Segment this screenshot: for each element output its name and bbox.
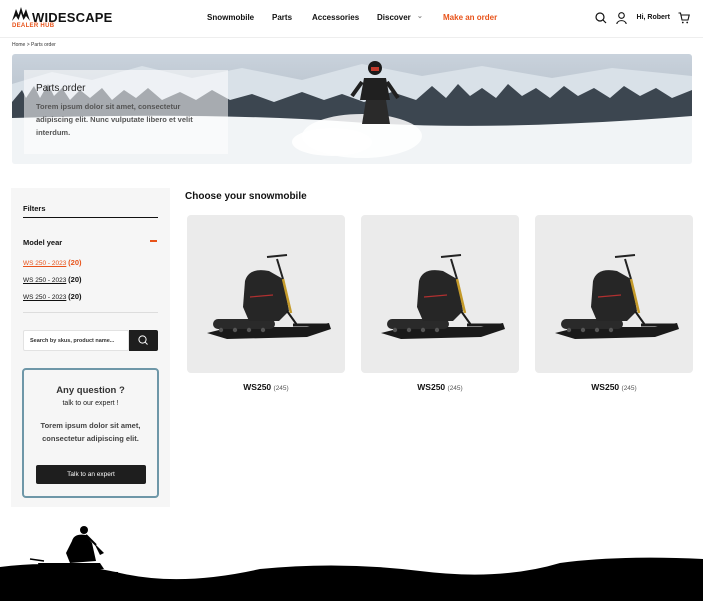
nav-snowmobile[interactable]: Snowmobile <box>207 13 254 22</box>
hero-description: Torem ipsum dolor sit amet, consectetur … <box>36 102 193 137</box>
hero-banner: Parts order Torem ipsum dolor sit amet, … <box>12 54 692 164</box>
nav-accessories[interactable]: Accessories <box>312 13 359 22</box>
breadcrumb[interactable]: Home > Parts order <box>12 42 56 48</box>
footer-silhouette <box>0 526 703 601</box>
filter-option-count: (20) <box>68 275 82 284</box>
snowmobile-image <box>555 254 679 339</box>
filters-sidebar: Filters Model year WS 250 - 2023 (20) WS… <box>11 188 170 507</box>
expert-subtitle: talk to our expert ! <box>62 400 119 407</box>
page-title: Parts order <box>36 83 86 94</box>
filter-option-label: WS 250 - 2023 <box>23 260 67 267</box>
logo-mark-icon <box>12 7 30 21</box>
talk-to-expert-button[interactable]: Talk to an expert <box>36 465 146 484</box>
site-header: WIDESCAPE DEALER HUB Snowmobile Parts Ac… <box>0 0 703 38</box>
filter-option[interactable]: WS 250 - 2023 (20) <box>23 275 82 284</box>
filter-option-count: (20) <box>68 292 82 301</box>
search-icon[interactable] <box>595 11 609 25</box>
expert-text: Torem ipsum dolor sit amet, consectetur … <box>40 421 141 443</box>
filters-divider <box>23 217 158 218</box>
collapse-minus-icon[interactable] <box>150 240 157 242</box>
model-year-heading[interactable]: Model year <box>23 238 62 247</box>
product-name[interactable]: WS250 (245) <box>535 382 693 392</box>
hero-card: Parts order Torem ipsum dolor sit amet, … <box>24 70 228 154</box>
nav-discover[interactable]: Discover <box>377 13 411 22</box>
expert-question: Any question ? <box>56 385 125 396</box>
sku-search-input[interactable] <box>30 335 130 347</box>
section-title: Choose your snowmobile <box>185 191 307 202</box>
snowmobile-image <box>207 254 331 339</box>
filters-heading: Filters <box>23 204 46 213</box>
product-name[interactable]: WS250 (245) <box>361 382 519 392</box>
search-icon <box>138 335 148 345</box>
nav-parts[interactable]: Parts <box>272 13 292 22</box>
product-title: WS250 <box>591 382 620 392</box>
expert-card: Any question ? talk to our expert ! Tore… <box>22 368 159 498</box>
filter-option[interactable]: WS 250 - 2023 (20) <box>23 292 82 301</box>
filter-option-label: WS 250 - 2023 <box>23 294 67 301</box>
filters-divider <box>23 312 158 313</box>
cart-icon[interactable] <box>678 11 692 25</box>
sku-search-box <box>23 330 130 351</box>
product-title: WS250 <box>417 382 446 392</box>
user-icon[interactable] <box>616 11 630 25</box>
product-count: (245) <box>447 385 463 392</box>
product-card[interactable] <box>187 215 345 373</box>
product-count: (245) <box>621 385 637 392</box>
product-count: (245) <box>273 385 289 392</box>
search-button[interactable] <box>129 330 158 351</box>
snowmobile-image <box>381 254 505 339</box>
product-card[interactable] <box>361 215 519 373</box>
make-order-link[interactable]: Make an order <box>443 13 497 22</box>
filter-option-count: (20) <box>68 258 82 267</box>
product-card[interactable] <box>535 215 693 373</box>
filter-option[interactable]: WS 250 - 2023 (20) <box>23 258 82 267</box>
brand-sub: DEALER HUB <box>12 23 55 29</box>
product-title: WS250 <box>243 382 272 392</box>
product-name[interactable]: WS250 (245) <box>187 382 345 392</box>
user-greeting[interactable]: Hi, Robert <box>637 14 670 21</box>
filter-option-label: WS 250 - 2023 <box>23 277 67 284</box>
chevron-down-icon[interactable]: ⌄ <box>417 12 423 20</box>
brand-logo[interactable]: WIDESCAPE DEALER HUB <box>12 7 112 33</box>
